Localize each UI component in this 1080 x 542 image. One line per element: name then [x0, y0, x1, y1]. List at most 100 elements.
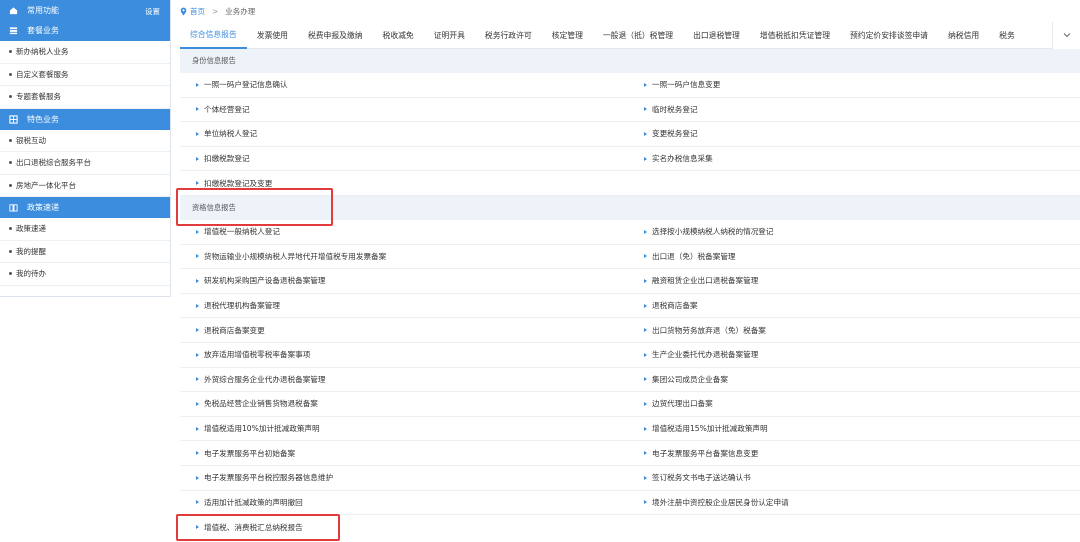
tab[interactable]: 发票使用	[247, 22, 298, 49]
list-item[interactable]: 出口货物劳务放弃退（免）税备案	[644, 325, 766, 336]
sidebar-header-common[interactable]: 常用功能 设置	[0, 0, 170, 20]
sidebar-item-label: 房地产一体化平台	[16, 180, 76, 190]
list-item-label: 选择按小规模纳税人纳税的情况登记	[652, 227, 774, 237]
sidebar-item[interactable]: 出口退税综合服务平台	[0, 152, 170, 175]
sidebar-item-label: 政策速递	[16, 224, 46, 234]
arrow-right-icon	[196, 426, 199, 431]
table-row: 退税商店备案变更 出口货物劳务放弃退（免）税备案	[180, 318, 1080, 343]
list-item-label: 退税商店备案	[652, 301, 698, 311]
sidebar-item-label: 出口退税综合服务平台	[16, 158, 91, 168]
arrow-right-icon	[196, 107, 199, 112]
arrow-right-icon	[196, 131, 199, 136]
sidebar-header-package[interactable]: 套餐业务	[0, 20, 170, 41]
list-item[interactable]: 边贸代理出口备案	[644, 398, 713, 409]
bullet-icon	[9, 183, 12, 187]
tab[interactable]: 纳税信用	[938, 22, 989, 49]
list-item-label: 增值税适用10%加计抵减政策声明	[204, 424, 320, 434]
list-item[interactable]: 个体经营登记	[196, 104, 250, 115]
list-item[interactable]: 实名办税信息采集	[644, 153, 713, 164]
table-row: 研发机构采购国产设备退税备案管理 融资租赁企业出口退税备案管理	[180, 269, 1080, 294]
list-item[interactable]: 临时税务登记	[644, 104, 698, 115]
list-item[interactable]: 单位纳税人登记	[196, 128, 257, 139]
list-item[interactable]: 选择按小规模纳税人纳税的情况登记	[644, 226, 774, 237]
breadcrumb: 首页 > 业务办理	[180, 4, 255, 18]
list-item[interactable]: 扣缴税款登记	[196, 153, 250, 164]
breadcrumb-separator: >	[212, 6, 219, 16]
arrow-right-icon	[196, 156, 199, 161]
sidebar-item[interactable]: 专题套餐服务	[0, 86, 170, 109]
tab[interactable]: 一般退（抵）税管理	[593, 22, 683, 49]
list-item[interactable]: 一照一码户登记信息确认	[196, 79, 288, 90]
list-item[interactable]: 退税商店备案	[644, 300, 698, 311]
list-item[interactable]: 境外注册中资控股企业居民身份认定申请	[644, 497, 789, 508]
list-item[interactable]: 外贸综合服务企业代办退税备案管理	[196, 374, 326, 385]
tab[interactable]: 税费申报及缴纳	[298, 22, 373, 49]
sidebar-item[interactable]: 新办纳税人业务	[0, 41, 170, 64]
sidebar-item-label: 专题套餐服务	[16, 92, 61, 102]
tab[interactable]: 核定管理	[542, 22, 593, 49]
list-item[interactable]: 签订税务文书电子送达确认书	[644, 472, 751, 483]
list-item[interactable]: 放弃适用增值税零税率备案事项	[196, 349, 310, 360]
highlight-box	[176, 188, 333, 226]
list-item[interactable]: 货物运输业小规模纳税人异地代开增值税专用发票备案	[196, 251, 386, 262]
tab[interactable]: 证明开具	[424, 22, 475, 49]
list-item[interactable]: 研发机构采购国产设备退税备案管理	[196, 275, 326, 286]
list-item[interactable]: 融资租赁企业出口退税备案管理	[644, 275, 758, 286]
sidebar: 常用功能 设置 套餐业务 新办纳税人业务 自定义套餐服务 专题套餐服务 特色业务…	[0, 0, 171, 297]
arrow-right-icon	[644, 377, 647, 382]
bullet-icon	[9, 72, 12, 76]
list-item[interactable]: 电子发票服务平台备案信息变更	[644, 448, 758, 459]
list-item-label: 临时税务登记	[652, 104, 698, 114]
list-item[interactable]: 增值税一般纳税人登记	[196, 226, 280, 237]
arrow-right-icon	[196, 181, 199, 186]
list-item[interactable]: 适用加计抵减政策的声明撤回	[196, 497, 303, 508]
sidebar-item[interactable]: 房地产一体化平台	[0, 175, 170, 197]
sidebar-item[interactable]: 我的待办	[0, 263, 170, 286]
list-item[interactable]: 变更税务登记	[644, 128, 698, 139]
list-item[interactable]: 生产企业委托代办退税备案管理	[644, 349, 758, 360]
sidebar-item[interactable]: 银税互动	[0, 130, 170, 152]
table-row: 电子发票服务平台初始备案 电子发票服务平台备案信息变更	[180, 441, 1080, 466]
arrow-right-icon	[644, 82, 647, 87]
list-item[interactable]: 电子发票服务平台初始备案	[196, 448, 295, 459]
sidebar-item-label: 银税互动	[16, 135, 46, 145]
list-item-label: 研发机构采购国产设备退税备案管理	[204, 276, 326, 286]
arrow-right-icon	[196, 278, 199, 283]
list-item[interactable]: 电子发票服务平台税控服务器信息维护	[196, 472, 333, 483]
arrow-right-icon	[644, 426, 647, 431]
list-item[interactable]: 出口退（免）税备案管理	[644, 251, 736, 262]
tab[interactable]: 出口退税管理	[683, 22, 750, 49]
list-item[interactable]: 退税代理机构备案管理	[196, 300, 280, 311]
breadcrumb-current: 业务办理	[225, 6, 256, 16]
sidebar-header-special[interactable]: 特色业务	[0, 108, 170, 130]
tab[interactable]: 预约定价安排谈签申请	[840, 22, 938, 49]
list-item[interactable]: 一照一码户信息变更	[644, 79, 720, 90]
tab[interactable]: 税务行政许可	[475, 22, 542, 49]
arrow-right-icon	[644, 254, 647, 259]
list-item[interactable]: 集团公司成员企业备案	[644, 374, 728, 385]
list-item[interactable]: 增值税适用10%加计抵减政策声明	[196, 423, 320, 434]
bullet-icon	[9, 50, 12, 54]
table-row: 退税代理机构备案管理 退税商店备案	[180, 294, 1080, 319]
list-item[interactable]: 增值税适用15%加计抵减政策声明	[644, 423, 768, 434]
list-item[interactable]: 退税商店备案变更	[196, 325, 265, 336]
tab[interactable]: 综合信息报告	[180, 22, 247, 49]
sidebar-header-policy[interactable]: 政策速递	[0, 197, 170, 218]
tab-scroll-button[interactable]	[1052, 22, 1080, 49]
sidebar-item[interactable]: 我的提醒	[0, 241, 170, 263]
tab[interactable]: 税务	[989, 22, 1025, 49]
settings-link[interactable]: 设置	[145, 6, 160, 17]
list-item-label: 货物运输业小规模纳税人异地代开增值税专用发票备案	[204, 251, 387, 261]
arrow-right-icon	[644, 451, 647, 456]
sidebar-item[interactable]: 自定义套餐服务	[0, 64, 170, 86]
tab[interactable]: 税收减免	[373, 22, 424, 49]
breadcrumb-home[interactable]: 首页	[180, 6, 205, 17]
list-item-label: 一照一码户登记信息确认	[204, 80, 288, 90]
list-item-label: 外贸综合服务企业代办退税备案管理	[204, 374, 326, 384]
list-item[interactable]: 免税品经营企业销售货物退税备案	[196, 398, 318, 409]
arrow-right-icon	[196, 352, 199, 357]
sidebar-item[interactable]: 政策速递	[0, 218, 170, 241]
sidebar-item-label: 自定义套餐服务	[16, 69, 69, 79]
table-row: 放弃适用增值税零税率备案事项 生产企业委托代办退税备案管理	[180, 343, 1080, 368]
tab[interactable]: 增值税抵扣凭证管理	[750, 22, 840, 49]
